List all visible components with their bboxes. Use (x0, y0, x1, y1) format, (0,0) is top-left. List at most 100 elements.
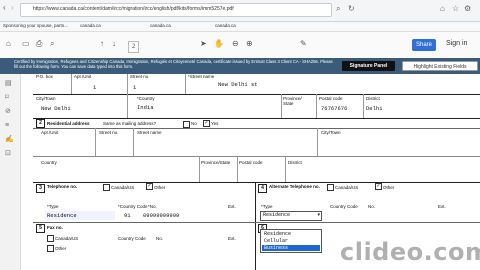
number-label: *No. (148, 204, 157, 209)
other-label: Other (383, 185, 395, 190)
city-label: City/Town (321, 130, 341, 135)
street-name-field[interactable]: New Delhi st (218, 81, 258, 88)
street-name-label: *Street name (188, 74, 215, 79)
dropdown-option[interactable]: Residence (262, 231, 320, 237)
pages-icon[interactable]: ▤ (5, 80, 12, 88)
refresh-icon[interactable]: ↻ (348, 4, 355, 14)
apt-field[interactable]: 1 (93, 84, 96, 91)
postal-code-label: Postal code (319, 96, 343, 101)
postal-code-label: Postal code (239, 160, 263, 165)
tab-item[interactable]: canada.ca (215, 23, 236, 28)
layers-icon[interactable]: ≡ (5, 122, 9, 130)
city-field[interactable]: New Delhi (41, 105, 71, 112)
zoom-out-icon[interactable]: ⊖ (232, 39, 239, 49)
no-checkbox[interactable] (183, 121, 190, 128)
back-icon[interactable]: ‹ (3, 3, 6, 13)
other-label: Other (55, 246, 67, 251)
country-code-field[interactable]: 91 (124, 212, 131, 219)
other-checkbox[interactable]: ✓ (375, 183, 382, 190)
ext-label: Ext. (228, 204, 236, 209)
star-icon[interactable]: ☆ (452, 4, 459, 14)
yes-label: Yes (211, 121, 219, 126)
signature-panel-button[interactable]: Signature Panel (342, 61, 395, 71)
zoom-in-icon[interactable]: ⊕ (246, 39, 253, 49)
section-number: 4 (258, 184, 267, 193)
same-as-mailing-label: Same as mailing address? (103, 121, 157, 126)
attachment-icon[interactable]: ⊘ (5, 108, 11, 116)
next-page-icon[interactable]: ↓ (112, 39, 116, 49)
tab-item[interactable]: canada.ca (80, 23, 101, 28)
postal-code-field[interactable]: 76767676 (321, 105, 347, 112)
dropdown-option-selected[interactable]: Business (262, 245, 320, 251)
type-field[interactable]: Residence (47, 212, 77, 219)
phone-number-field[interactable]: 09999999999 (143, 212, 179, 219)
district-label: District (366, 96, 380, 101)
lock-icon[interactable]: ⊡ (5, 150, 11, 158)
street-no-label: Street no. (130, 74, 150, 79)
print-icon[interactable]: ⎙ (36, 39, 42, 49)
forward-icon[interactable]: › (11, 3, 14, 13)
pdf-toolbar: ⌂ ▭ ⎙ ⌕ ↑ ↓ 2 ➤ ✋ ⊖ ⊕ ✎ Share Sign in (0, 32, 480, 59)
address-bar[interactable]: https://www.canada.ca/content/dam/ircc/m… (20, 3, 332, 17)
country-field[interactable]: India (137, 104, 154, 111)
hand-icon[interactable]: ✋ (214, 39, 224, 49)
yes-checkbox[interactable]: ✓ (203, 120, 210, 127)
street-no-label: Street no. (99, 130, 119, 135)
ext-label: Ext. (228, 236, 236, 241)
page-number[interactable]: 2 (128, 41, 140, 53)
canada-us-checkbox[interactable] (327, 184, 334, 191)
notice-text: Certified by Immigration, Refugees and C… (14, 59, 333, 69)
other-label: Other (154, 185, 166, 190)
province-label: Province/State (201, 160, 231, 165)
apt-label: Apt./Unit (41, 130, 59, 135)
save-icon[interactable]: ▭ (22, 39, 30, 49)
section-number: 3 (36, 184, 45, 193)
share-button[interactable]: Share (412, 39, 436, 51)
tab-item[interactable]: Sponsoring your spouse, partn... (3, 23, 68, 28)
browser-bar: ‹ › https://www.canada.ca/content/dam/ir… (0, 0, 480, 22)
street-name-label: Street name (137, 130, 162, 135)
po-box-label: P.O. box (36, 74, 53, 79)
canada-us-label: Canada/US (335, 185, 359, 190)
district-label: District (288, 160, 302, 165)
number-label: No. (156, 236, 164, 241)
type-label: *Type (261, 204, 273, 209)
home-icon[interactable]: ⌂ (440, 4, 445, 14)
country-code-label: Country Code (118, 236, 146, 241)
canada-us-label: Canada/US (55, 236, 79, 241)
other-checkbox[interactable] (47, 245, 54, 252)
type-dropdown-list[interactable]: Residence Cellular Business (260, 229, 322, 253)
type-dropdown[interactable]: Residence ▾ (260, 211, 322, 221)
section-number: 2 (36, 119, 45, 128)
certification-notice: Certified by Immigration, Refugees and C… (0, 58, 480, 74)
sign-in-link[interactable]: Sign in (446, 40, 467, 47)
search-icon[interactable]: ⌕ (50, 39, 54, 49)
prev-page-icon[interactable]: ↑ (100, 39, 104, 49)
canada-us-checkbox[interactable] (103, 184, 110, 191)
country-label: Country (41, 160, 57, 165)
home-icon[interactable]: ⌂ (6, 39, 11, 49)
tab-item[interactable]: canada.ca (150, 23, 171, 28)
alt-telephone-label: Alternate Telephone no. (269, 184, 320, 189)
settings-icon[interactable]: ⚙ (464, 4, 471, 14)
signature-icon[interactable]: ✍ (5, 136, 14, 144)
canada-us-label: Canada/US (111, 185, 135, 190)
chevron-down-icon[interactable]: ▾ (317, 212, 320, 218)
street-no-field[interactable]: 1 (133, 84, 136, 91)
pointer-icon[interactable]: ➤ (200, 39, 207, 49)
canada-us-checkbox[interactable] (47, 235, 54, 242)
country-label: *Country (137, 96, 155, 101)
residential-label: Residential address (47, 121, 90, 126)
search-icon[interactable]: ⌕ (336, 4, 340, 14)
section-number: 5 (36, 224, 45, 233)
comment-icon[interactable]: ✎ (300, 39, 307, 49)
ext-label: Ext. (438, 204, 446, 209)
fax-label: Fax no. (47, 225, 63, 230)
type-dropdown-value: Residence (263, 212, 291, 218)
other-checkbox[interactable]: ✓ (146, 183, 153, 190)
dropdown-option[interactable]: Cellular (262, 238, 320, 244)
bookmark-icon[interactable]: ⌑ (5, 94, 9, 102)
district-field[interactable]: Delhi (366, 105, 383, 112)
highlight-fields-button[interactable]: Highlight Existing Fields (402, 61, 478, 71)
country-code-label: *Country Code (118, 204, 148, 209)
